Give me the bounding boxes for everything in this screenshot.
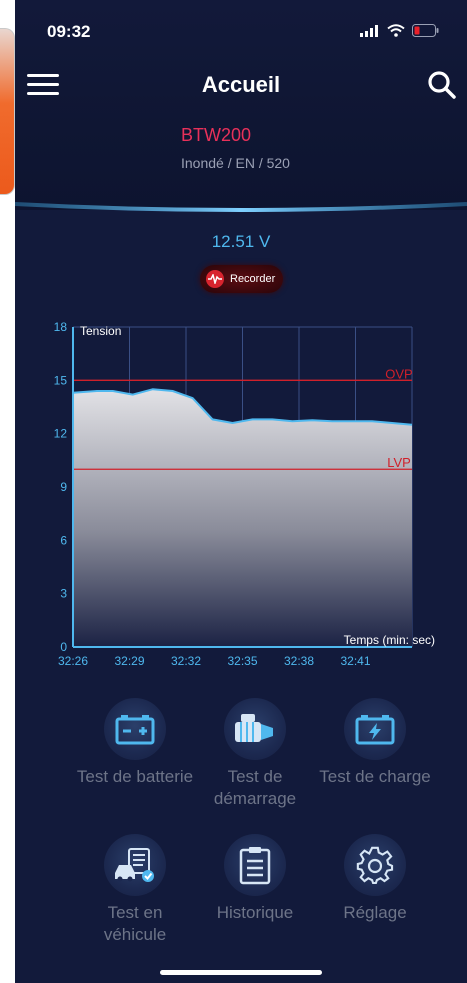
x-tick-label: 32:32 (171, 654, 201, 668)
y-tick-label: 9 (60, 480, 67, 494)
x-tick-label: 32:35 (227, 654, 257, 668)
charge-test-button[interactable]: Test de charge (315, 698, 435, 810)
status-time: 09:32 (47, 22, 91, 41)
y-axis-label: Tension (80, 324, 121, 338)
limit-label-ovp: OVP (385, 366, 412, 381)
clipboard-icon (224, 834, 286, 896)
heartbeat-icon (206, 270, 224, 288)
y-tick-label: 12 (54, 427, 68, 441)
search-icon[interactable] (427, 70, 457, 100)
limit-label-lvp: LVP (387, 455, 411, 470)
battery-test-label: Test de batterie (76, 767, 194, 786)
adjacent-app-preview (0, 28, 15, 195)
y-tick-label: 3 (60, 587, 67, 601)
device-name: BTW200 (181, 125, 252, 145)
y-tick-label: 15 (54, 373, 68, 387)
x-tick-label: 32:41 (340, 654, 370, 668)
battery-icon (104, 698, 166, 760)
header-divider-glow (15, 202, 467, 212)
x-tick-label: 32:26 (58, 654, 88, 668)
app-screen: 09:32 Accueil BTW200 Inondé / EN / 520 1… (15, 0, 467, 983)
battery-test-button[interactable]: Test de batterie (75, 698, 195, 810)
signal-icon (360, 24, 378, 37)
voltage-chart: OVP LVP 0 3 6 9 12 15 18 32:26 32:29 32:32 32:35 32:… (54, 320, 435, 668)
battery-spec: Inondé / EN / 520 (181, 155, 290, 171)
status-icons (360, 24, 439, 37)
car-checklist-icon (104, 834, 166, 896)
home-indicator[interactable] (160, 970, 322, 975)
starter-motor-icon (224, 698, 286, 760)
settings-button[interactable]: Réglage (315, 834, 435, 946)
settings-label: Réglage (343, 903, 407, 922)
voltage-area (73, 389, 412, 647)
y-tick-label: 6 (60, 533, 67, 547)
history-label: Historique (216, 903, 294, 922)
history-button[interactable]: Historique (195, 834, 315, 946)
vehicle-test-button[interactable]: Test en véhicule (75, 834, 195, 946)
gear-icon (344, 834, 406, 896)
charge-test-label: Test de charge (319, 767, 431, 786)
vehicle-test-label: Test en véhicule (103, 903, 167, 944)
x-axis-label: Temps (min: sec) (344, 633, 435, 647)
y-tick-label: 18 (54, 320, 68, 334)
starter-test-button[interactable]: Test de démarrage (195, 698, 315, 810)
page-title: Accueil (201, 72, 281, 97)
voltage-readout: 12.51 V (211, 232, 271, 251)
starter-test-label: Test de démarrage (213, 767, 297, 808)
x-tick-label: 32:38 (284, 654, 314, 668)
feature-grid: Test de batterie Test de démarrage Test … (75, 698, 431, 946)
x-tick-label: 32:29 (114, 654, 144, 668)
charging-battery-icon (344, 698, 406, 760)
battery-low-icon (412, 24, 439, 37)
wifi-icon (387, 24, 405, 37)
status-bar: 09:32 (15, 0, 467, 62)
y-tick-label: 0 (60, 640, 67, 654)
recorder-button[interactable]: Recorder (200, 265, 283, 293)
recorder-label: Recorder (230, 273, 276, 285)
